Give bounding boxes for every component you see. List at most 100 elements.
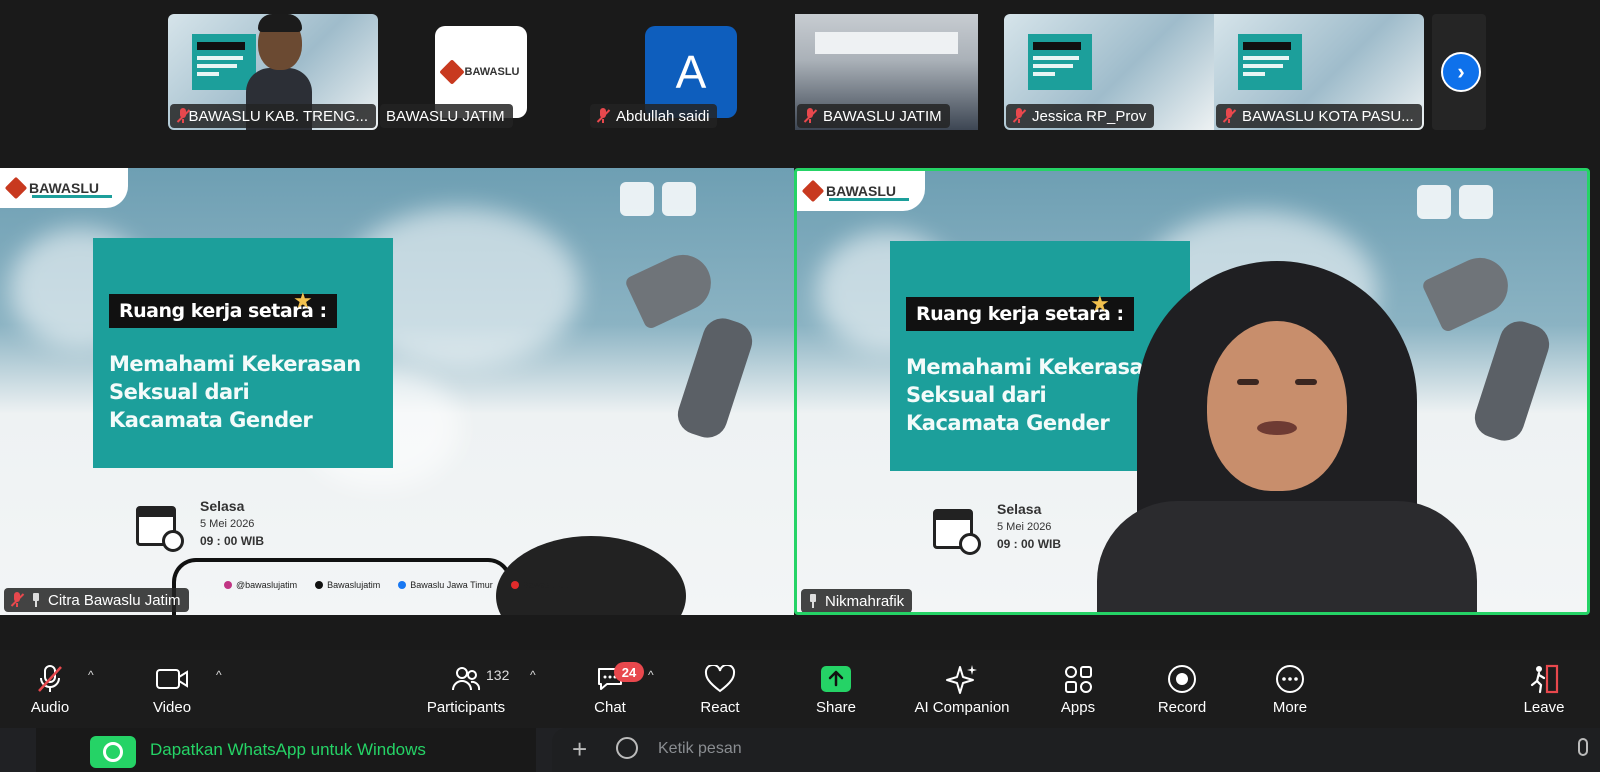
whatsapp-bar: Dapatkan WhatsApp untuk Windows + Ketik … <box>0 728 1600 772</box>
event-date: 5 Mei 2026 <box>997 521 1052 533</box>
thumbnail-pasu[interactable]: BAWASLU KOTA PASU... <box>1214 14 1424 130</box>
event-time: 09 : 00 WIB <box>997 537 1062 551</box>
record-label: Record <box>1157 698 1207 716</box>
bawaslu-logo-icon <box>4 176 28 200</box>
audio-options-caret-icon[interactable]: ^ <box>88 668 94 682</box>
logo-text: BAWASLU <box>826 183 896 199</box>
chevron-right-icon: › <box>1457 59 1465 84</box>
participant-name: Jessica RP_Prov <box>1032 107 1147 125</box>
zoom-meeting-window: BAWASLU KAB. TRENG... BAWASLU BAWASLU JA… <box>0 0 1600 772</box>
main-right-nametag: Nikmahrafik <box>801 589 913 612</box>
leave-button[interactable]: Leave <box>1514 650 1574 728</box>
mic-muted-icon <box>176 108 191 124</box>
main-video-left[interactable]: BAWASLU Ruang kerja setara : ★ Memahami … <box>0 168 794 615</box>
participant-name: Nikmahrafik <box>825 592 905 610</box>
chat-options-caret-icon[interactable]: ^ <box>648 668 654 682</box>
audio-label: Audio <box>30 698 70 716</box>
mic-icon[interactable] <box>1578 738 1588 756</box>
mic-muted-icon <box>1222 108 1237 124</box>
audio-button[interactable]: Audio <box>20 650 80 728</box>
spotlight-icon <box>30 593 42 607</box>
mic-muted-icon <box>34 663 66 695</box>
partner-logos <box>1417 185 1493 219</box>
main-left-nametag: Citra Bawaslu Jatim <box>4 588 189 612</box>
video-label: Video <box>152 698 192 716</box>
participant-nametag: Jessica RP_Prov <box>1006 104 1155 128</box>
participants-icon <box>451 663 481 695</box>
slide-headline: Memahami Kekerasan Seksual dari Kacamata… <box>109 352 361 432</box>
participant-nametag: BAWASLU KOTA PASU... <box>1216 104 1422 128</box>
participant-name: BAWASLU KAB. TRENG... <box>188 107 369 125</box>
participant-name: BAWASLU JATIM <box>386 107 505 125</box>
leave-label: Leave <box>1523 698 1565 716</box>
more-dots-icon <box>1274 663 1306 695</box>
more-button[interactable]: More <box>1260 650 1320 728</box>
event-day: Selasa <box>200 498 245 514</box>
record-icon <box>1166 663 1198 695</box>
video-options-caret-icon[interactable]: ^ <box>216 668 222 682</box>
next-page-button[interactable]: › <box>1441 52 1481 92</box>
social-handles: @bawaslujatim Bawaslujatim Bawaslu Jawa … <box>224 580 571 590</box>
participant-nametag: Abdullah saidi <box>590 104 718 128</box>
participant-strip: BAWASLU KAB. TRENG... BAWASLU BAWASLU JA… <box>0 0 1600 140</box>
share-button[interactable]: Share <box>806 650 866 728</box>
react-button[interactable]: React <box>690 650 750 728</box>
participants-count: 132 <box>486 667 510 683</box>
mic-muted-icon <box>10 592 25 608</box>
bawaslu-logo-icon <box>801 179 825 203</box>
whatsapp-icon <box>90 736 136 768</box>
participant-nametag: BAWASLU KAB. TRENG... <box>170 104 376 128</box>
whatsapp-message-bar: + Ketik pesan <box>552 728 1600 772</box>
speaker-video <box>1097 261 1477 612</box>
clock-icon <box>959 533 981 555</box>
event-day: Selasa <box>997 501 1042 517</box>
event-date: 5 Mei 2026 <box>200 518 255 530</box>
avatar-letter: A <box>675 46 707 98</box>
ai-companion-button[interactable]: AI Companion <box>908 650 1016 728</box>
thumbnail-treng[interactable]: BAWASLU KAB. TRENG... <box>168 14 378 130</box>
more-label: More <box>1272 698 1308 716</box>
participant-nametag: BAWASLU JATIM <box>380 104 513 128</box>
apps-label: Apps <box>1060 698 1096 716</box>
thumbnail-slide-card <box>1238 34 1302 90</box>
apps-icon <box>1063 663 1093 695</box>
participants-label: Participants <box>426 698 506 716</box>
slide-arm-graphic <box>672 313 758 443</box>
megaphone-icon <box>623 245 721 331</box>
main-video-right[interactable]: BAWASLU Ruang kerja setara : ★ Memahami … <box>794 168 1590 615</box>
thumbnail-bawaslu-jatim-room[interactable]: BAWASLU JATIM <box>795 14 978 130</box>
participants-options-caret-icon[interactable]: ^ <box>530 668 536 682</box>
participant-nametag: BAWASLU JATIM <box>797 104 950 128</box>
bawaslu-logo: BAWASLU <box>797 171 925 211</box>
heart-icon <box>704 663 736 695</box>
apps-button[interactable]: Apps <box>1048 650 1108 728</box>
event-time: 09 : 00 WIB <box>200 534 265 548</box>
ai-sparkle-icon <box>945 663 979 695</box>
thumbnail-jessica[interactable]: Jessica RP_Prov <box>1004 14 1214 130</box>
share-label: Share <box>815 698 857 716</box>
slide-arm-graphic <box>1469 316 1555 446</box>
chat-unread-badge: 24 <box>614 662 644 682</box>
ai-companion-label: AI Companion <box>914 698 1010 716</box>
participant-name: Abdullah saidi <box>616 107 710 125</box>
sparkle-icon: ★ <box>293 288 313 313</box>
participant-name: BAWASLU KOTA PASU... <box>1242 107 1414 125</box>
attach-plus-icon[interactable]: + <box>572 734 587 765</box>
participants-button[interactable]: Participants <box>420 650 512 728</box>
video-button[interactable]: Video <box>142 650 202 728</box>
mic-muted-icon <box>1012 108 1027 124</box>
whatsapp-promo-text: Dapatkan WhatsApp untuk Windows <box>150 740 426 759</box>
video-camera-icon <box>155 663 189 695</box>
logo-text: BAWASLU <box>464 66 520 78</box>
participant-head-partial <box>496 536 686 615</box>
react-label: React <box>700 698 740 716</box>
mic-muted-icon <box>596 108 611 124</box>
message-input[interactable]: Ketik pesan <box>658 740 742 758</box>
sticker-icon[interactable] <box>616 737 638 759</box>
record-button[interactable]: Record <box>1150 650 1214 728</box>
logo-text: BAWASLU <box>29 180 99 196</box>
thumbnail-slide-card <box>1028 34 1092 90</box>
clock-icon <box>162 530 184 552</box>
slide-title-card: Ruang kerja setara : ★ Memahami Kekerasa… <box>93 238 393 468</box>
meeting-toolbar: Audio ^ Video ^ Participants 132 ^ Chat … <box>0 650 1600 728</box>
